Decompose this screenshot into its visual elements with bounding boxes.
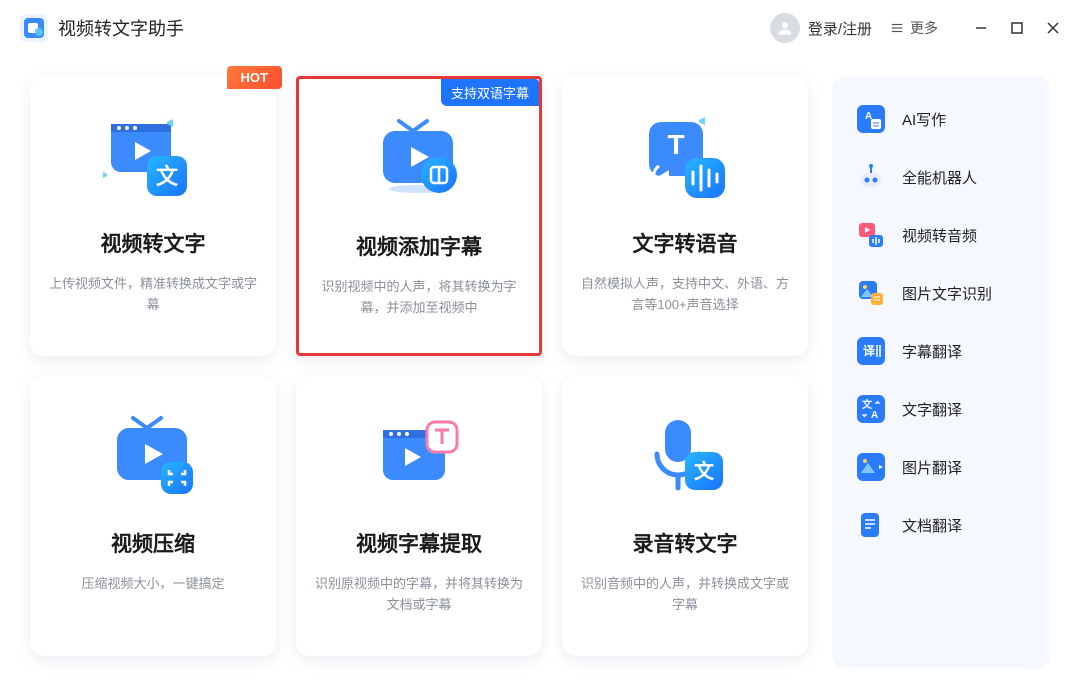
card-video-compress[interactable]: 视频压缩 压缩视频大小，一键搞定 xyxy=(30,376,276,656)
sidebar-item-label: 图片翻译 xyxy=(902,457,962,478)
sidebar-item-ocr[interactable]: 图片文字识别 xyxy=(846,266,1036,320)
card-title: 视频字幕提取 xyxy=(356,528,482,558)
window-controls xyxy=(974,21,1060,35)
sidebar-item-label: 图片文字识别 xyxy=(902,283,992,304)
ai-write-icon: A xyxy=(856,104,886,134)
video-compress-icon xyxy=(103,404,203,514)
titlebar-right: 登录/注册 更多 xyxy=(770,13,1060,43)
sidebar-item-doc-translate[interactable]: 文档翻译 xyxy=(846,498,1036,552)
audio-to-text-icon: 文 xyxy=(635,404,735,514)
card-desc: 识别视频中的人声，将其转换为字幕，并添加至视频中 xyxy=(317,277,521,319)
sidebar: A AI写作 全能机器人 视频转音频 图片文字识别 译 字幕翻译 文A 文字翻译… xyxy=(832,76,1050,669)
add-subtitles-icon xyxy=(369,107,469,217)
app-logo xyxy=(20,14,48,42)
card-title: 录音转文字 xyxy=(633,528,738,558)
more-button[interactable]: 更多 xyxy=(890,18,938,38)
login-button[interactable]: 登录/注册 xyxy=(770,13,872,43)
subtitle-extract-icon xyxy=(369,404,469,514)
image-translate-icon xyxy=(856,452,886,482)
card-desc: 识别音频中的人声，并转换成文字或字幕 xyxy=(580,574,790,616)
robot-icon xyxy=(856,162,886,192)
sidebar-item-robot[interactable]: 全能机器人 xyxy=(846,150,1036,204)
sidebar-item-sub-translate[interactable]: 译 字幕翻译 xyxy=(846,324,1036,378)
sidebar-item-label: 文字翻译 xyxy=(902,399,962,420)
video-to-text-icon: 文 xyxy=(103,104,203,214)
sidebar-item-label: AI写作 xyxy=(902,109,946,130)
badge-hot: HOT xyxy=(227,66,282,89)
sidebar-item-text-translate[interactable]: 文A 文字翻译 xyxy=(846,382,1036,436)
app-title: 视频转文字助手 xyxy=(58,15,184,41)
card-text-to-speech[interactable]: T 文字转语音 自然模拟人声，支持中文、外语、方言等100+声音选择 xyxy=(562,76,808,356)
svg-text:文: 文 xyxy=(694,459,715,483)
card-subtitle-extract[interactable]: 视频字幕提取 识别原视频中的字幕，并将其转换为文档或字幕 xyxy=(296,376,542,656)
feature-grid: HOT 文 视频转文字 上传视频文件，精准转换成文字或字幕 支持双语字幕 xyxy=(30,76,808,669)
card-video-to-text[interactable]: HOT 文 视频转文字 上传视频文件，精准转换成文字或字幕 xyxy=(30,76,276,356)
svg-text:T: T xyxy=(667,129,684,160)
svg-text:A: A xyxy=(871,410,878,421)
sidebar-item-ai-write[interactable]: A AI写作 xyxy=(846,92,1036,146)
svg-text:文: 文 xyxy=(156,164,179,189)
badge-subtitle: 支持双语字幕 xyxy=(441,79,539,106)
sub-translate-icon: 译 xyxy=(856,336,886,366)
doc-translate-icon xyxy=(856,510,886,540)
video-audio-icon xyxy=(856,220,886,250)
card-audio-to-text[interactable]: 文 录音转文字 识别音频中的人声，并转换成文字或字幕 xyxy=(562,376,808,656)
titlebar: 视频转文字助手 登录/注册 更多 xyxy=(0,0,1080,56)
ocr-icon xyxy=(856,278,886,308)
close-button[interactable] xyxy=(1046,21,1060,35)
card-desc: 自然模拟人声，支持中文、外语、方言等100+声音选择 xyxy=(580,274,790,316)
card-desc: 识别原视频中的字幕，并将其转换为文档或字幕 xyxy=(314,574,524,616)
minimize-button[interactable] xyxy=(974,21,988,35)
text-translate-icon: 文A xyxy=(856,394,886,424)
card-desc: 压缩视频大小，一键搞定 xyxy=(81,574,224,595)
sidebar-item-label: 全能机器人 xyxy=(902,167,977,188)
login-label: 登录/注册 xyxy=(808,18,872,39)
sidebar-item-label: 字幕翻译 xyxy=(902,341,962,362)
avatar-icon xyxy=(770,13,800,43)
sidebar-item-label: 文档翻译 xyxy=(902,515,962,536)
card-title: 视频压缩 xyxy=(111,528,195,558)
sidebar-item-image-translate[interactable]: 图片翻译 xyxy=(846,440,1036,494)
menu-icon xyxy=(890,21,904,35)
card-desc: 上传视频文件，精准转换成文字或字幕 xyxy=(48,274,258,316)
card-add-subtitles[interactable]: 支持双语字幕 视频添加字幕 识别视频中的人声，将其转换为字幕，并添加至视频中 xyxy=(296,76,542,356)
card-title: 视频转文字 xyxy=(101,228,206,258)
maximize-button[interactable] xyxy=(1010,21,1024,35)
sidebar-item-label: 视频转音频 xyxy=(902,225,977,246)
card-title: 文字转语音 xyxy=(633,228,738,258)
sidebar-item-video-audio[interactable]: 视频转音频 xyxy=(846,208,1036,262)
main-content: HOT 文 视频转文字 上传视频文件，精准转换成文字或字幕 支持双语字幕 xyxy=(0,56,1080,689)
more-label: 更多 xyxy=(910,18,938,38)
svg-text:译: 译 xyxy=(863,344,876,358)
card-title: 视频添加字幕 xyxy=(356,231,482,261)
text-to-speech-icon: T xyxy=(635,104,735,214)
